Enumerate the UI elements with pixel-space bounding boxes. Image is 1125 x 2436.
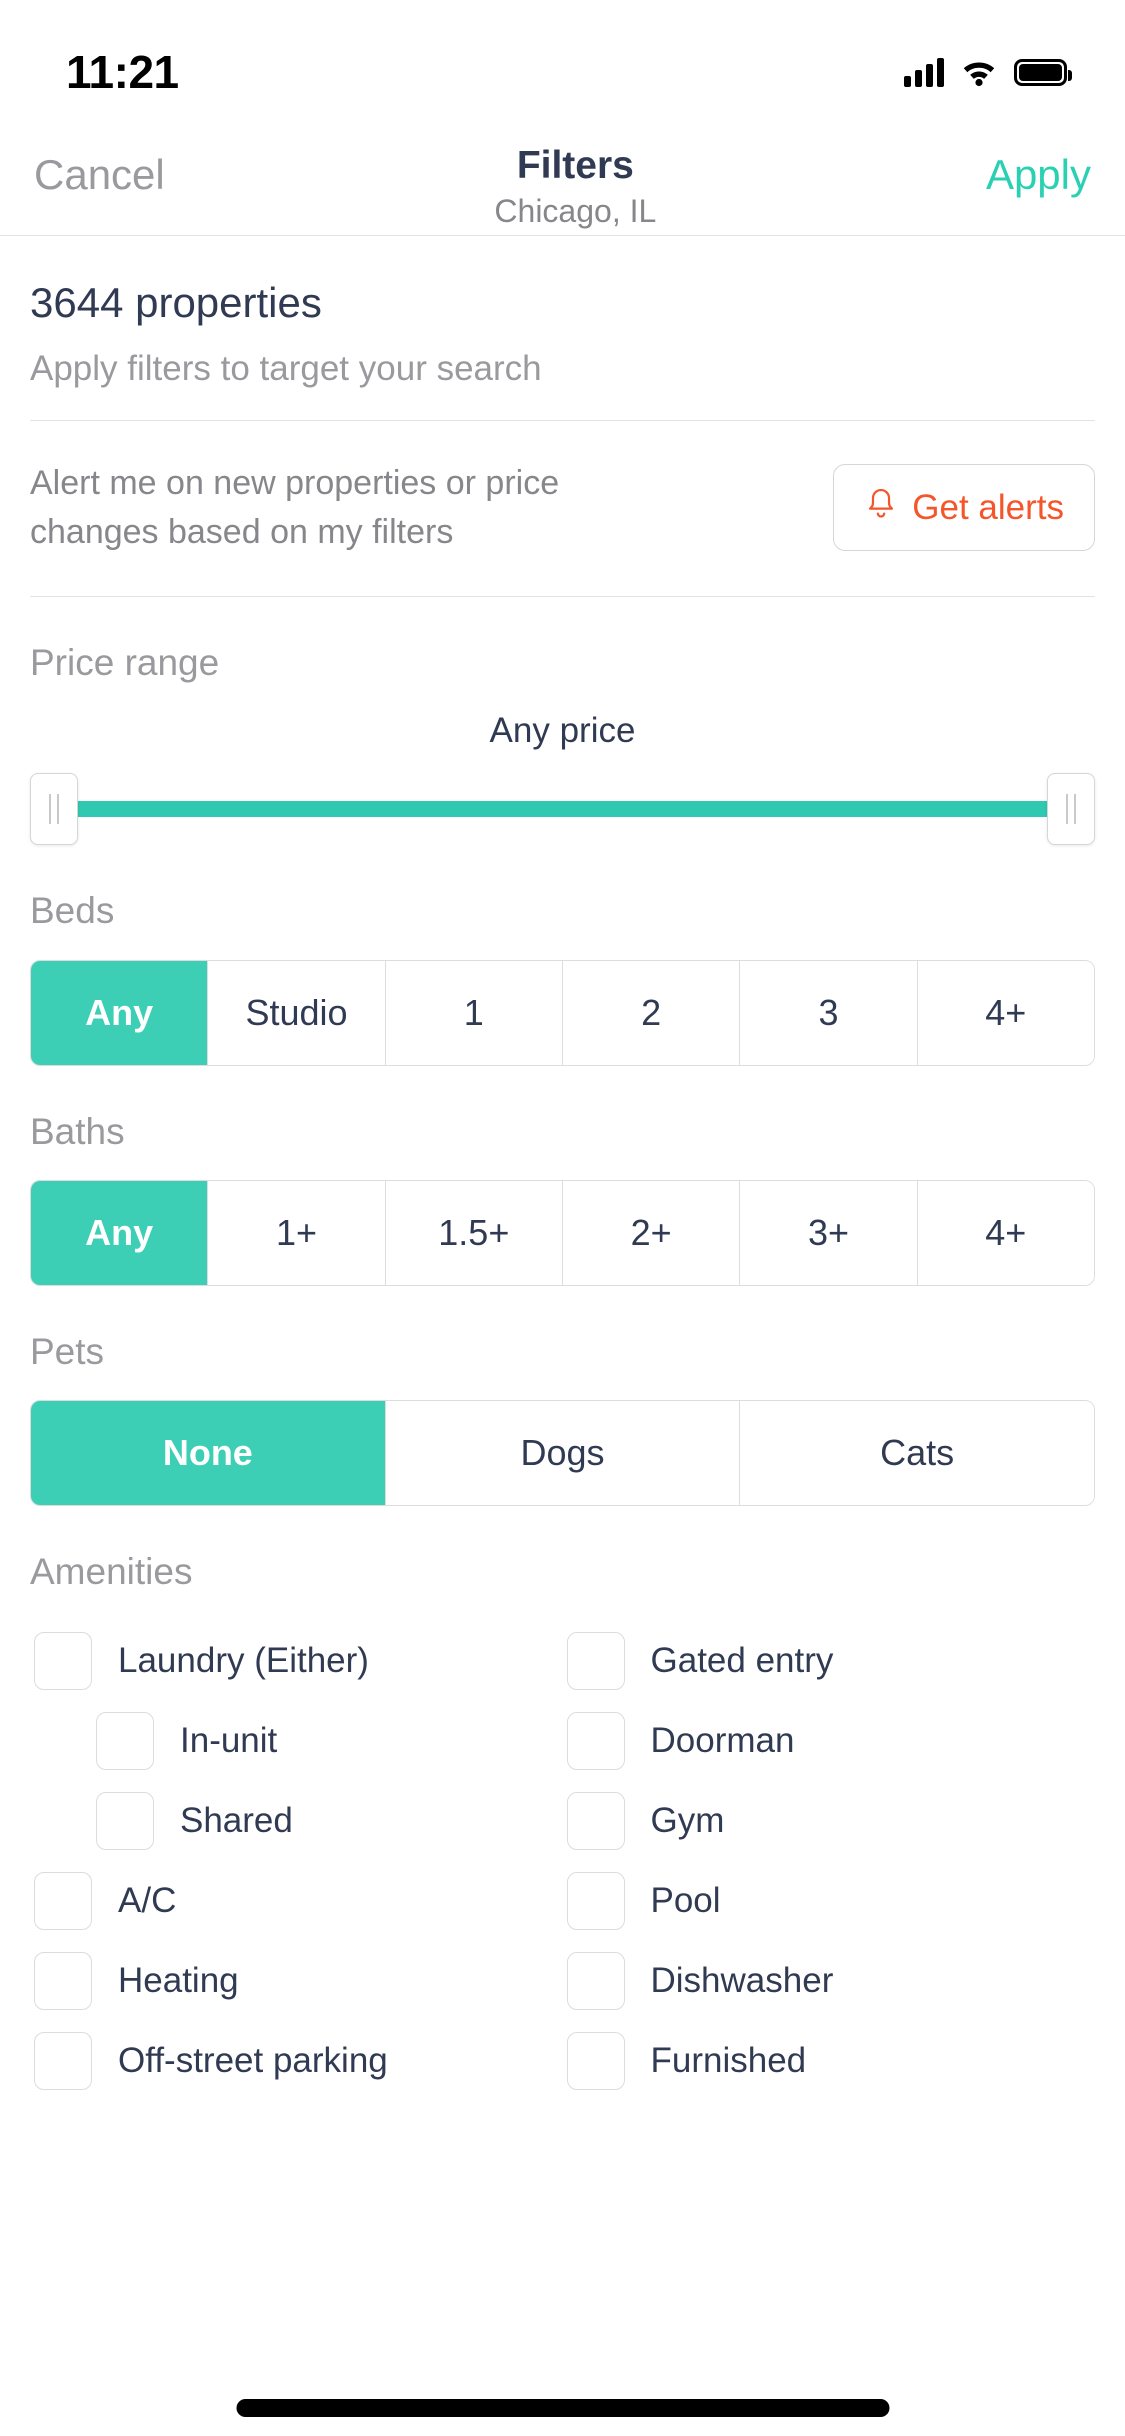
pets-option-cats[interactable]: Cats	[739, 1401, 1094, 1506]
get-alerts-label: Get alerts	[912, 487, 1064, 527]
amenity-dishwasher[interactable]: Dishwasher	[563, 1941, 1096, 2021]
results-summary: 3644 properties Apply filters to target …	[30, 236, 1095, 420]
amenity-label: Heating	[118, 1960, 239, 2000]
status-bar-time: 11:21	[66, 46, 179, 98]
baths-option-3plus[interactable]: 3+	[739, 1181, 917, 1286]
amenities-grid: Laundry (Either) Gated entry In-unit Doo…	[30, 1621, 1095, 2101]
amenity-label: Pool	[650, 1880, 721, 1920]
home-indicator	[236, 2399, 889, 2417]
checkbox-icon[interactable]	[96, 1791, 154, 1850]
beds-option-studio[interactable]: Studio	[207, 960, 385, 1065]
amenity-off-street-parking[interactable]: Off-street parking	[30, 2021, 563, 2101]
price-range-value: Any price	[489, 711, 636, 751]
filters-screen: 11:21 Cancel Filters Chicago, IL Apply 3…	[0, 0, 1125, 2436]
checkbox-icon[interactable]	[96, 1711, 154, 1770]
alerts-description: Alert me on new properties or price chan…	[30, 464, 560, 551]
amenity-label: Shared	[180, 1800, 293, 1840]
wifi-icon	[960, 57, 998, 87]
amenity-shared[interactable]: Shared	[30, 1781, 563, 1861]
baths-option-2plus[interactable]: 2+	[561, 1181, 740, 1286]
amenity-label: In-unit	[180, 1720, 278, 1760]
amenity-pool[interactable]: Pool	[563, 1861, 1096, 1941]
filters-hint: Apply filters to target your search	[30, 349, 542, 389]
beds-label: Beds	[30, 890, 115, 932]
properties-count: 3644 properties	[30, 279, 322, 326]
apply-button[interactable]: Apply	[986, 132, 1091, 196]
amenity-label: Off-street parking	[118, 2040, 388, 2080]
beds-option-any[interactable]: Any	[31, 960, 208, 1065]
beds-option-2[interactable]: 2	[561, 960, 740, 1065]
cancel-button[interactable]: Cancel	[34, 132, 165, 196]
checkbox-icon[interactable]	[34, 2031, 92, 2090]
checkbox-icon[interactable]	[566, 2031, 625, 2090]
amenities-label: Amenities	[30, 1551, 193, 1593]
price-range-section: Any price	[30, 711, 1095, 846]
amenity-gated-entry[interactable]: Gated entry	[563, 1621, 1096, 1701]
navigation-bar: Cancel Filters Chicago, IL Apply	[0, 132, 1125, 236]
amenity-doorman[interactable]: Doorman	[563, 1701, 1096, 1781]
amenity-furnished[interactable]: Furnished	[563, 2021, 1096, 2101]
amenity-label: Furnished	[650, 2040, 807, 2080]
checkbox-icon[interactable]	[566, 1631, 625, 1690]
amenity-label: A/C	[118, 1880, 177, 1920]
amenity-ac[interactable]: A/C	[30, 1861, 563, 1941]
cellular-signal-icon	[904, 57, 944, 87]
alerts-row: Alert me on new properties or price chan…	[30, 421, 1095, 596]
checkbox-icon[interactable]	[566, 1791, 625, 1850]
checkbox-icon[interactable]	[34, 1951, 92, 2010]
status-bar: 11:21	[0, 0, 1125, 132]
beds-option-1[interactable]: 1	[384, 960, 562, 1065]
price-range-label: Price range	[30, 641, 220, 683]
amenity-label: Doorman	[650, 1720, 795, 1760]
checkbox-icon[interactable]	[34, 1871, 92, 1930]
pets-segmented-control: None Dogs Cats	[30, 1400, 1095, 1507]
baths-option-1-5plus[interactable]: 1.5+	[384, 1181, 562, 1286]
price-slider-min-handle[interactable]	[30, 773, 78, 846]
amenity-label: Laundry (Either)	[118, 1640, 369, 1680]
amenity-label: Gym	[650, 1800, 725, 1840]
page-subtitle-location: Chicago, IL	[494, 192, 657, 229]
amenity-label: Dishwasher	[650, 1960, 834, 2000]
beds-segmented-control: Any Studio 1 2 3 4+	[30, 959, 1095, 1066]
baths-label: Baths	[30, 1110, 125, 1152]
checkbox-icon[interactable]	[566, 1871, 625, 1930]
checkbox-icon[interactable]	[34, 1631, 92, 1690]
pets-option-none[interactable]: None	[31, 1401, 385, 1506]
baths-option-1plus[interactable]: 1+	[207, 1181, 385, 1286]
pets-option-dogs[interactable]: Dogs	[384, 1401, 740, 1506]
battery-icon	[1014, 58, 1072, 86]
amenity-gym[interactable]: Gym	[563, 1781, 1096, 1861]
checkbox-icon[interactable]	[566, 1711, 625, 1770]
amenity-laundry-either[interactable]: Laundry (Either)	[30, 1621, 563, 1701]
get-alerts-button[interactable]: Get alerts	[833, 464, 1095, 552]
amenity-in-unit[interactable]: In-unit	[30, 1701, 563, 1781]
bell-icon	[864, 487, 898, 528]
checkbox-icon[interactable]	[566, 1951, 625, 2010]
beds-option-3[interactable]: 3	[739, 960, 917, 1065]
baths-option-4plus[interactable]: 4+	[916, 1181, 1094, 1286]
baths-option-any[interactable]: Any	[31, 1181, 208, 1286]
pets-label: Pets	[30, 1331, 105, 1373]
price-slider-track	[66, 801, 1059, 818]
status-bar-icons	[904, 57, 1072, 87]
divider-alerts	[30, 595, 1095, 597]
amenity-heating[interactable]: Heating	[30, 1941, 563, 2021]
price-slider-max-handle[interactable]	[1047, 773, 1095, 846]
price-range-slider[interactable]	[30, 773, 1095, 846]
beds-option-4plus[interactable]: 4+	[916, 960, 1094, 1065]
header-titles: Filters Chicago, IL	[494, 132, 656, 230]
baths-segmented-control: Any 1+ 1.5+ 2+ 3+ 4+	[30, 1180, 1095, 1287]
filters-content: 3644 properties Apply filters to target …	[0, 236, 1125, 2101]
page-title: Filters	[516, 144, 634, 187]
amenity-label: Gated entry	[650, 1640, 834, 1680]
